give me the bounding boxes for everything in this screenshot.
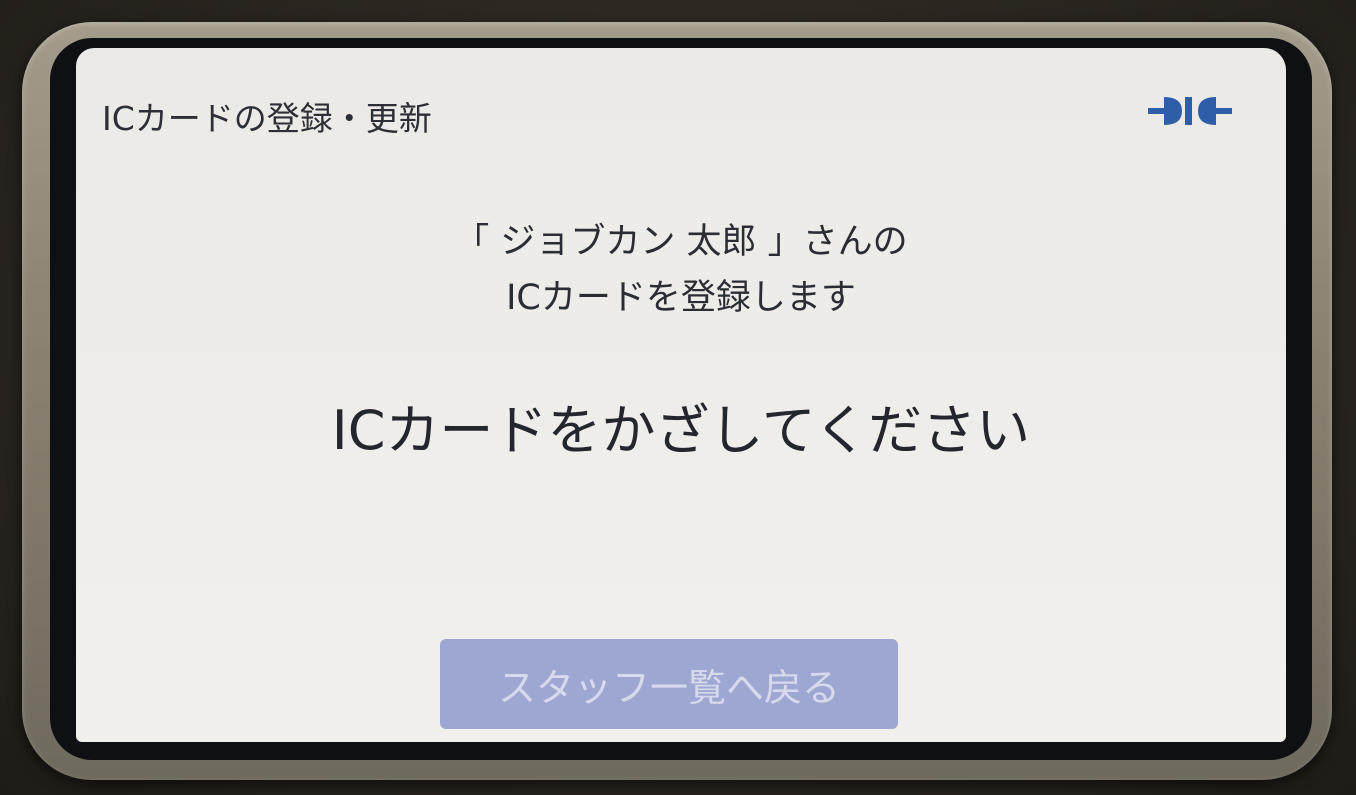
connection-plug-icon — [1148, 97, 1232, 125]
back-to-staff-list-button[interactable]: スタッフ一覧へ戻る — [440, 639, 898, 729]
page-title: ICカードの登録・更新 — [102, 99, 432, 138]
instruction-text: ICカードをかざしてください — [331, 399, 1031, 462]
message-line-user: 「 ジョブカン 太郎 」さんの — [454, 222, 908, 262]
registration-message: 「 ジョブカン 太郎 」さんの ICカードを登録します — [76, 214, 1286, 326]
screen: ICカードの登録・更新 「 ジョブカン 太郎 」さんの ICカードを登録します … — [76, 48, 1286, 742]
header: ICカードの登録・更新 — [76, 48, 1286, 168]
message-line-action: ICカードを登録します — [506, 278, 856, 318]
device-body: ICカードの登録・更新 「 ジョブカン 太郎 」さんの ICカードを登録します … — [0, 0, 1356, 795]
